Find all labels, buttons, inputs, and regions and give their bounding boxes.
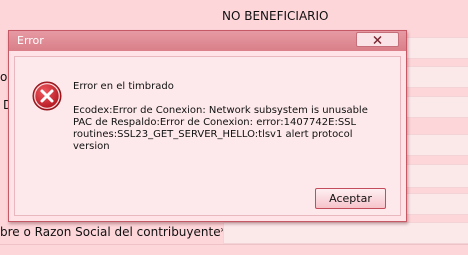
- form-field[interactable]: [405, 134, 468, 156]
- form-field[interactable]: [405, 37, 468, 59]
- form-field[interactable]: [405, 66, 468, 88]
- taxpayer-name-field[interactable]: [223, 222, 468, 244]
- error-message-line: PAC de Respaldo:Error de Conexion: error…: [73, 117, 357, 128]
- dialog-titlebar[interactable]: Error: [9, 31, 406, 51]
- form-field[interactable]: [405, 193, 468, 215]
- dialog-title: Error: [17, 34, 44, 47]
- close-button[interactable]: [356, 32, 399, 47]
- error-dialog: Error Error en el timbrado Ecodex:Error …: [8, 30, 407, 222]
- error-message-line: routines:SSL23_GET_SERVER_HELLO:tlsv1 al…: [73, 129, 353, 140]
- form-label: o: [0, 70, 8, 84]
- page-title: NO BENEFICIARIO: [222, 9, 329, 23]
- error-icon: [32, 81, 62, 111]
- error-heading: Error en el timbrado: [73, 81, 174, 92]
- divider: [0, 244, 468, 245]
- taxpayer-name-label: bre o Razon Social del contribuyente*: [0, 225, 227, 239]
- form-field[interactable]: [405, 164, 468, 188]
- form-field[interactable]: [405, 96, 468, 118]
- close-icon: [373, 36, 382, 44]
- error-message-line: version: [73, 141, 110, 152]
- accept-button[interactable]: Aceptar: [315, 188, 386, 209]
- error-message-line: Ecodex:Error de Conexion: Network subsys…: [73, 105, 368, 116]
- error-message: Ecodex:Error de Conexion: Network subsys…: [73, 105, 391, 153]
- dialog-body: Error en el timbrado Ecodex:Error de Con…: [14, 56, 401, 216]
